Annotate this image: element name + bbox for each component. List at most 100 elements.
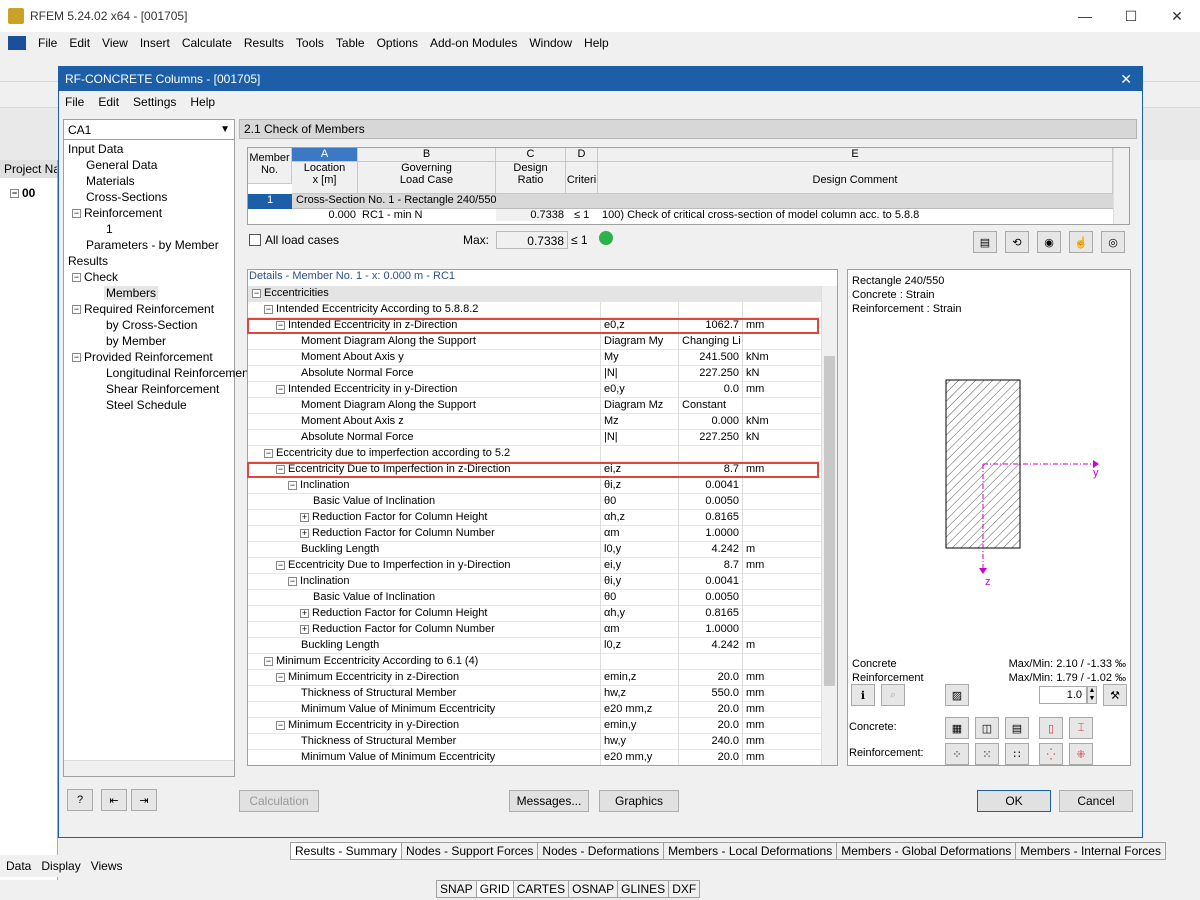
details-row[interactable]: Thickness of Structural Member hw,z 550.0 m…	[248, 686, 822, 702]
details-row[interactable]: − Eccentricity due to imperfection accord…	[248, 446, 822, 462]
tab-display[interactable]: Display	[41, 859, 80, 873]
col-letter-b[interactable]: B	[358, 148, 496, 162]
details-row[interactable]: + Reduction Factor for Column Number αm 1.0…	[248, 526, 822, 542]
details-row[interactable]: Moment Diagram Along the Support Diagram …	[248, 398, 822, 414]
details-row[interactable]: + Reduction Factor for Column Height αh,y 0…	[248, 606, 822, 622]
details-row[interactable]: − Minimum Eccentricity in y-Direction emin…	[248, 718, 822, 734]
tree-cross-sections[interactable]: Cross-Sections	[86, 190, 167, 204]
tree-general-data[interactable]: General Data	[86, 158, 157, 172]
expand-icon[interactable]: +	[300, 608, 309, 618]
minimize-button[interactable]: —	[1062, 0, 1108, 32]
tab-members-internal-forces[interactable]: Members - Internal Forces	[1015, 842, 1166, 860]
collapse-icon[interactable]: −	[264, 656, 273, 666]
collapse-icon[interactable]: −	[264, 448, 273, 458]
details-row[interactable]: Buckling Length l0,z 4.242 m	[248, 638, 822, 654]
details-row[interactable]: Thickness of Structural Member hw,y 240.0 m…	[248, 734, 822, 750]
details-row[interactable]: − Minimum Eccentricity According to 6.1 (…	[248, 654, 822, 670]
zoom-icon[interactable]: ⌕	[881, 684, 905, 706]
relation-icon[interactable]: ⟲	[1005, 231, 1029, 253]
details-row[interactable]: − Minimum Eccentricity in z-Direction emin…	[248, 670, 822, 686]
tab-members-global-deformations[interactable]: Members - Global Deformations	[836, 842, 1017, 860]
all-load-cases-checkbox[interactable]	[249, 234, 261, 246]
hatch-icon[interactable]: ▨	[945, 684, 969, 706]
collapse-icon[interactable]: −	[288, 480, 297, 490]
menu-edit[interactable]: Edit	[69, 36, 90, 50]
col-letter-a[interactable]: A	[292, 148, 358, 162]
details-row[interactable]: Buckling Length l0,y 4.242 m	[248, 542, 822, 558]
details-row[interactable]: + Reduction Factor for Column Number αm 1.0…	[248, 622, 822, 638]
dialog-menu-help[interactable]: Help	[190, 95, 215, 109]
details-row[interactable]: Absolute Normal Force |N| 227.250 kN	[248, 430, 822, 446]
tree-shear[interactable]: Shear Reinforcement	[106, 382, 219, 396]
tab-nodes-support-forces[interactable]: Nodes - Support Forces	[401, 842, 539, 860]
menu-tools[interactable]: Tools	[296, 36, 324, 50]
collapse-icon[interactable]: −	[72, 209, 81, 219]
concrete-option-4-icon[interactable]: ▯	[1039, 717, 1063, 739]
menu-file[interactable]: File	[38, 36, 57, 50]
collapse-icon[interactable]: −	[264, 304, 273, 314]
status-grid[interactable]: GRID	[475, 880, 514, 898]
tree-input-data[interactable]: Input Data	[68, 142, 123, 156]
tab-members-local-deformations[interactable]: Members - Local Deformations	[663, 842, 838, 860]
concrete-option-2-icon[interactable]: ◫	[975, 717, 999, 739]
tree-provided-reinforcement[interactable]: − Provided Reinforcement	[72, 350, 213, 364]
collapse-icon[interactable]: −	[252, 288, 261, 298]
tab-nodes-deformations[interactable]: Nodes - Deformations	[537, 842, 665, 860]
dialog-menu-settings[interactable]: Settings	[133, 95, 176, 109]
col-letter-c[interactable]: C	[496, 148, 566, 162]
ok-button[interactable]: OK	[977, 790, 1051, 812]
dialog-menu-edit[interactable]: Edit	[98, 95, 119, 109]
tree-check[interactable]: − Check	[72, 270, 118, 284]
collapse-icon[interactable]: −	[276, 720, 285, 730]
reinf-option-4-icon[interactable]: ⁛	[1039, 743, 1063, 765]
menu-help[interactable]: Help	[584, 36, 609, 50]
collapse-icon[interactable]: −	[276, 384, 285, 394]
tools-icon[interactable]: ⚒	[1103, 684, 1127, 706]
menu-results[interactable]: Results	[244, 36, 284, 50]
reinf-option-2-icon[interactable]: ⁙	[975, 743, 999, 765]
help-icon[interactable]: ?	[67, 789, 93, 811]
menu-calculate[interactable]: Calculate	[182, 36, 232, 50]
tree-parameters[interactable]: Parameters - by Member	[86, 238, 219, 252]
menu-table[interactable]: Table	[336, 36, 365, 50]
collapse-icon[interactable]: −	[276, 672, 285, 682]
reinf-option-1-icon[interactable]: ⁘	[945, 743, 969, 765]
tree-members[interactable]: Members	[104, 286, 159, 300]
table-row[interactable]: 0.000 RC1 - min N 0.7338 ≤ 1 100) Check …	[248, 209, 1113, 224]
col-letter-e[interactable]: E	[598, 148, 1113, 162]
details-row[interactable]: − Eccentricity Due to Imperfection in y-D…	[248, 558, 822, 574]
details-row[interactable]: Absolute Normal Force |N| 227.250 kN	[248, 366, 822, 382]
project-root[interactable]: −00	[10, 186, 35, 200]
concrete-option-1-icon[interactable]: ▦	[945, 717, 969, 739]
status-glines[interactable]: GLINES	[617, 880, 670, 898]
tab-views[interactable]: Views	[91, 859, 123, 873]
collapse-icon[interactable]: −	[72, 273, 81, 283]
collapse-icon[interactable]: −	[72, 353, 81, 363]
info-icon[interactable]: ℹ	[851, 684, 875, 706]
tree-longitudinal[interactable]: Longitudinal Reinforcement	[106, 366, 252, 380]
maximize-button[interactable]: ☐	[1108, 0, 1154, 32]
details-row[interactable]: + Reduction Factor for Column Height αh,z 0…	[248, 510, 822, 526]
details-vscrollbar[interactable]	[821, 286, 837, 765]
collapse-icon[interactable]: −	[72, 305, 81, 315]
dialog-menu-file[interactable]: File	[65, 95, 84, 109]
collapse-icon[interactable]: −	[276, 560, 285, 570]
tree-hscrollbar[interactable]	[64, 760, 234, 776]
tab-data[interactable]: Data	[6, 859, 31, 873]
details-row[interactable]: − Inclination θi,z 0.0041	[248, 478, 822, 494]
expand-icon[interactable]: +	[300, 512, 309, 522]
expand-icon[interactable]: +	[300, 624, 309, 634]
tree-results[interactable]: Results	[68, 254, 108, 268]
details-row[interactable]: − Intended Eccentricity According to 5.8.…	[248, 302, 822, 318]
tree-required-reinforcement[interactable]: − Required Reinforcement	[72, 302, 214, 316]
details-row[interactable]: Minimum Value of Minimum Eccentricity e20…	[248, 750, 822, 765]
status-snap[interactable]: SNAP	[436, 880, 477, 898]
messages-button[interactable]: Messages...	[509, 790, 589, 812]
collapse-icon[interactable]: −	[288, 576, 297, 586]
menu-options[interactable]: Options	[377, 36, 418, 50]
details-row[interactable]: Basic Value of Inclination θ0 0.0050	[248, 590, 822, 606]
dialog-close-icon[interactable]: ✕	[1120, 71, 1132, 88]
concrete-option-3-icon[interactable]: ▤	[1005, 717, 1029, 739]
import-icon[interactable]: ⇤	[101, 789, 127, 811]
view-icon[interactable]: ◎	[1101, 231, 1125, 253]
